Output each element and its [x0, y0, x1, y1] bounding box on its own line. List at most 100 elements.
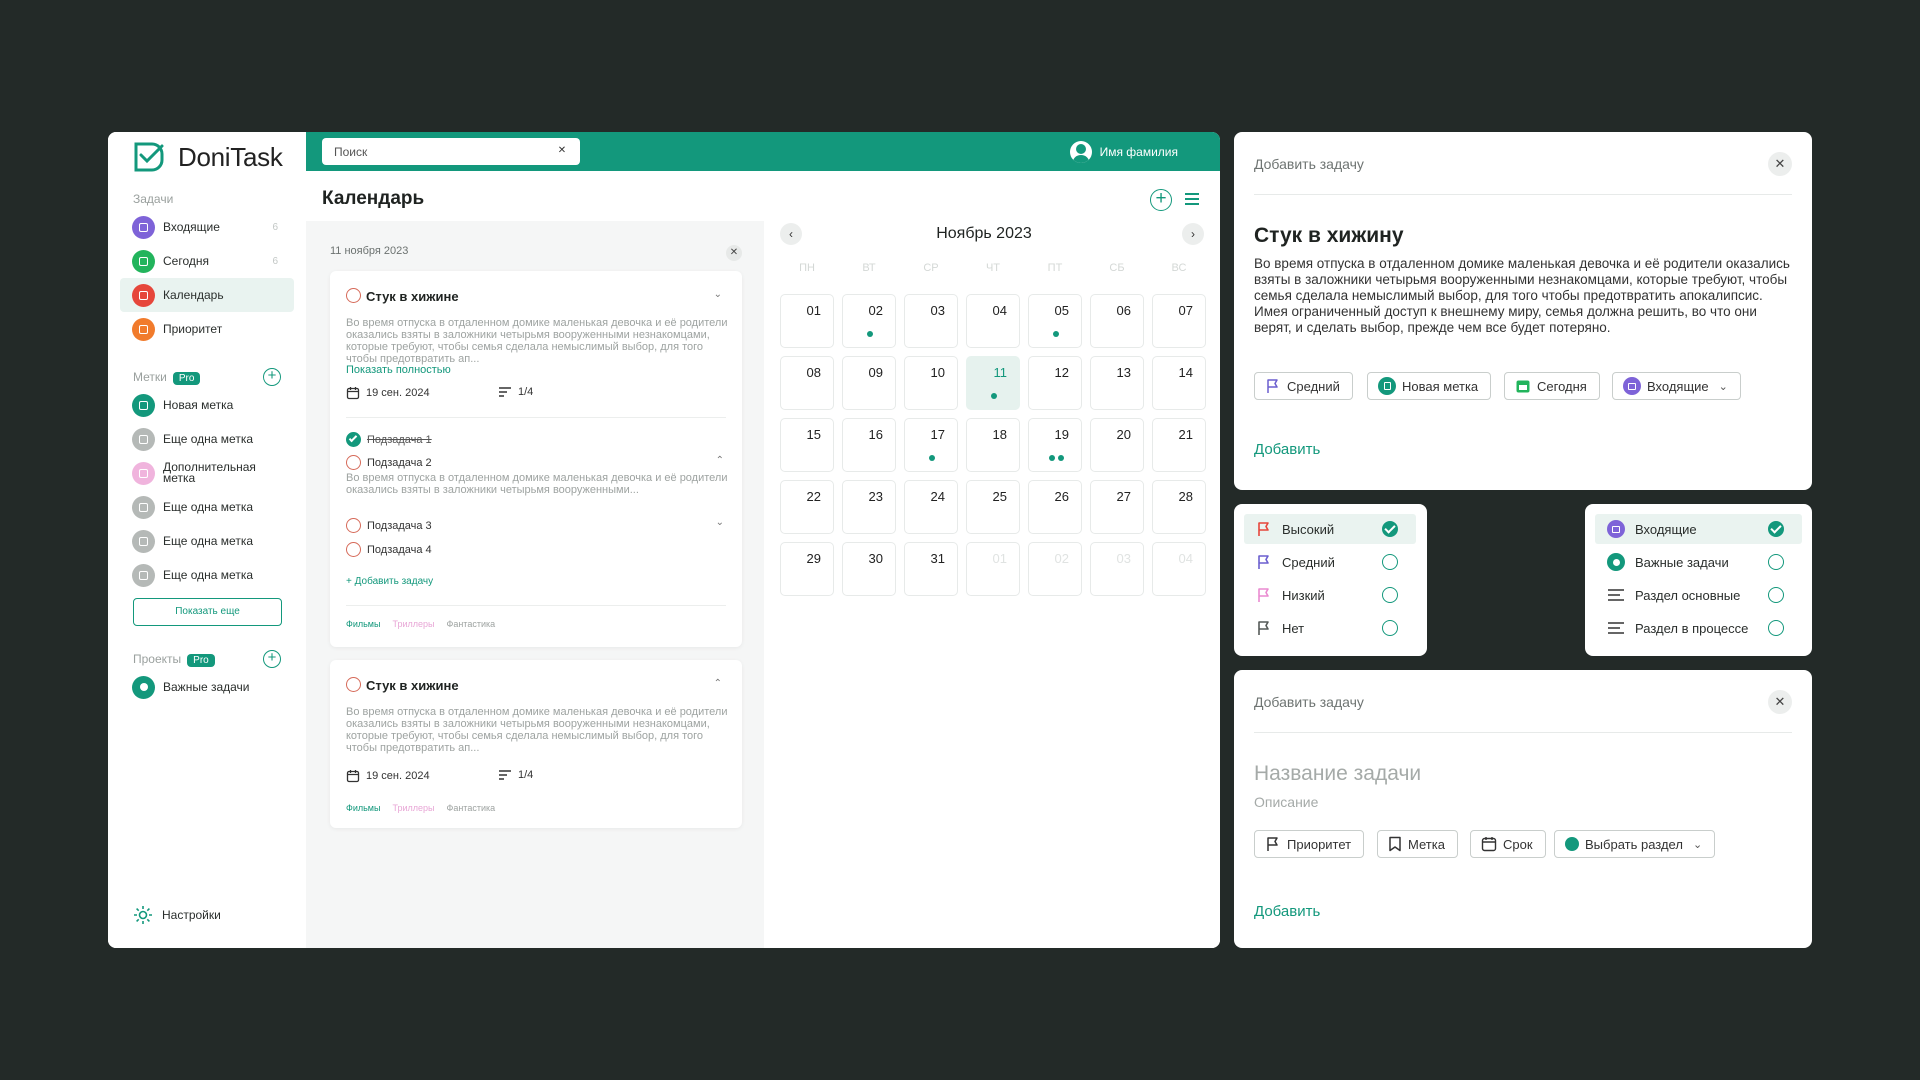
calendar-day[interactable]: 15	[780, 418, 834, 472]
chevron-down-icon[interactable]: ⌄	[714, 289, 722, 300]
sidebar-project-item[interactable]: Важные задачи	[120, 670, 294, 704]
subtask-checkbox[interactable]	[346, 542, 361, 557]
task-title-input[interactable]: Название задачи	[1254, 762, 1421, 786]
add-button[interactable]: Добавить	[1254, 903, 1320, 920]
task-checkbox[interactable]	[346, 288, 361, 303]
sidebar-label-item[interactable]: Еще одна метка	[120, 524, 294, 558]
task-card[interactable]: Стук в хижине ⌃ Во время отпуска в отдал…	[330, 660, 742, 828]
calendar-day[interactable]: 04	[966, 294, 1020, 348]
priority-option-medium[interactable]: Средний	[1244, 547, 1416, 577]
section-chip[interactable]: Входящие ⌄	[1612, 372, 1741, 400]
calendar-day[interactable]: 25	[966, 480, 1020, 534]
subtask-item[interactable]: Подзадача 3	[346, 518, 432, 533]
close-icon[interactable]: ✕	[1768, 690, 1792, 714]
due-chip[interactable]: Срок	[1470, 830, 1546, 858]
tag[interactable]: Триллеры	[392, 803, 434, 813]
label-chip[interactable]: Новая метка	[1367, 372, 1492, 400]
chevron-up-icon[interactable]: ⌃	[714, 678, 722, 689]
radio-selected[interactable]	[1768, 521, 1784, 537]
search-input[interactable]: Поиск ✕	[322, 138, 580, 165]
calendar-day[interactable]: 14	[1152, 356, 1206, 410]
radio[interactable]	[1768, 587, 1784, 603]
task-description-field[interactable]: Во время отпуска в отдаленном домике мал…	[1254, 256, 1794, 336]
subtask-checkbox[interactable]	[346, 455, 361, 470]
sidebar-item-calendar[interactable]: Календарь	[120, 278, 294, 312]
calendar-day[interactable]: 22	[780, 480, 834, 534]
task-card[interactable]: Стук в хижине ⌄ Во время отпуска в отдал…	[330, 271, 742, 647]
calendar-day[interactable]: 12	[1028, 356, 1082, 410]
section-option-in-progress[interactable]: Раздел в процессе	[1595, 613, 1802, 643]
calendar-day[interactable]: 29	[780, 542, 834, 596]
calendar-day[interactable]: 07	[1152, 294, 1206, 348]
calendar-day[interactable]: 10	[904, 356, 958, 410]
settings-button[interactable]: Настройки	[120, 898, 294, 932]
sidebar-label-item[interactable]: Дополнительная метка	[120, 456, 294, 490]
calendar-day[interactable]: 21	[1152, 418, 1206, 472]
radio[interactable]	[1768, 554, 1784, 570]
sidebar-label-item[interactable]: Еще одна метка	[120, 558, 294, 592]
calendar-day[interactable]: 01	[780, 294, 834, 348]
calendar-day[interactable]: 18	[966, 418, 1020, 472]
add-task-button[interactable]: +	[1150, 189, 1172, 211]
add-subtask-button[interactable]: + Добавить задачу	[346, 576, 433, 587]
close-icon[interactable]: ✕	[1768, 152, 1792, 176]
chevron-up-icon[interactable]: ⌃	[716, 455, 724, 466]
subtask-item[interactable]: Подзадача 4	[346, 542, 432, 557]
calendar-day[interactable]: 03	[1090, 542, 1144, 596]
calendar-day[interactable]: 23	[842, 480, 896, 534]
section-option-inbox[interactable]: Входящие	[1595, 514, 1802, 544]
sidebar-label-item[interactable]: Еще одна метка	[120, 422, 294, 456]
priority-chip[interactable]: Приоритет	[1254, 830, 1365, 858]
section-option-important[interactable]: Важные задачи	[1595, 547, 1802, 577]
add-label-button[interactable]: +	[263, 368, 281, 386]
add-button[interactable]: Добавить	[1254, 441, 1320, 458]
calendar-day[interactable]: 09	[842, 356, 896, 410]
task-checkbox[interactable]	[346, 677, 361, 692]
calendar-day[interactable]: 24	[904, 480, 958, 534]
calendar-day[interactable]: 01	[966, 542, 1020, 596]
tag[interactable]: Фильмы	[346, 619, 380, 629]
task-title-field[interactable]: Стук в хижину	[1254, 224, 1404, 248]
calendar-day[interactable]: 30	[842, 542, 896, 596]
calendar-day[interactable]: 28	[1152, 480, 1206, 534]
show-more-button[interactable]: Показать еще	[133, 598, 282, 626]
label-chip[interactable]: Метка	[1377, 830, 1458, 858]
priority-chip[interactable]: Средний	[1254, 372, 1353, 400]
tag[interactable]: Триллеры	[392, 619, 434, 629]
calendar-day[interactable]: 05	[1028, 294, 1082, 348]
priority-option-high[interactable]: Высокий	[1244, 514, 1416, 544]
calendar-day[interactable]: 06	[1090, 294, 1144, 348]
close-day-panel-icon[interactable]: ✕	[726, 245, 742, 261]
calendar-day[interactable]: 02	[842, 294, 896, 348]
subtask-checkbox[interactable]	[346, 518, 361, 533]
calendar-day[interactable]: 03	[904, 294, 958, 348]
subtask-item[interactable]: Подзадача 2	[346, 455, 432, 470]
subtask-item[interactable]: Подзадача 1	[346, 432, 432, 447]
radio[interactable]	[1768, 620, 1784, 636]
calendar-day[interactable]: 19	[1028, 418, 1082, 472]
menu-icon[interactable]	[1184, 192, 1200, 206]
section-select[interactable]: Выбрать раздел ⌄	[1554, 830, 1716, 858]
calendar-day[interactable]: 17	[904, 418, 958, 472]
section-option-main[interactable]: Раздел основные	[1595, 580, 1802, 610]
calendar-day[interactable]: 31	[904, 542, 958, 596]
radio-selected[interactable]	[1382, 521, 1398, 537]
calendar-day[interactable]: 08	[780, 356, 834, 410]
calendar-day[interactable]: 20	[1090, 418, 1144, 472]
calendar-day[interactable]: 16	[842, 418, 896, 472]
sidebar-label-item[interactable]: Новая метка	[120, 388, 294, 422]
radio[interactable]	[1382, 620, 1398, 636]
calendar-day[interactable]: 26	[1028, 480, 1082, 534]
priority-option-none[interactable]: Нет	[1244, 613, 1416, 643]
priority-option-low[interactable]: Низкий	[1244, 580, 1416, 610]
user-menu[interactable]: Имя фамилия	[1069, 141, 1178, 163]
tag[interactable]: Фантастика	[446, 803, 495, 813]
next-month-button[interactable]: ›	[1182, 223, 1204, 245]
sidebar-item-today[interactable]: Сегодня 6	[120, 244, 294, 278]
radio[interactable]	[1382, 554, 1398, 570]
sidebar-label-item[interactable]: Еще одна метка	[120, 490, 294, 524]
tag[interactable]: Фильмы	[346, 803, 380, 813]
chevron-down-icon[interactable]: ⌄	[716, 517, 724, 528]
calendar-day[interactable]: 27	[1090, 480, 1144, 534]
add-project-button[interactable]: +	[263, 650, 281, 668]
